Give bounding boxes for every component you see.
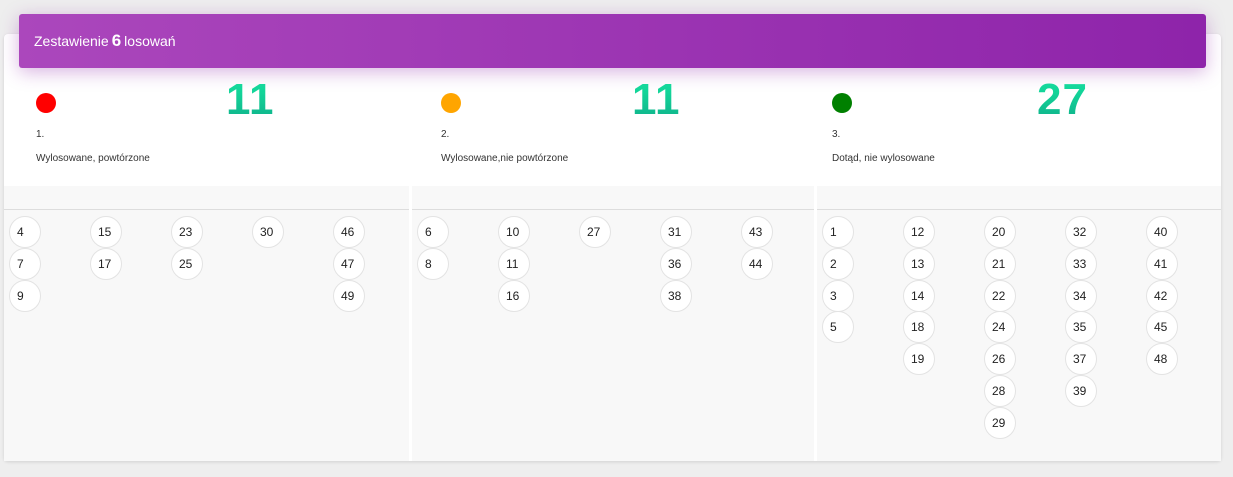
number-ball-23: 23 xyxy=(171,216,203,248)
number-ball-5: 5 xyxy=(822,311,854,344)
number-ball-30: 30 xyxy=(252,216,284,248)
number-ball-49: 49 xyxy=(333,279,365,312)
column-header xyxy=(412,186,814,210)
number-ball-6: 6 xyxy=(417,216,449,248)
header-draw-count: 6 xyxy=(111,31,122,50)
stat-description: Wylosowane,nie powtórzone xyxy=(441,153,569,164)
number-ball-14: 14 xyxy=(903,279,935,312)
stat-drawn-not-repeated: 11 2. Wylosowane,nie powtórzone xyxy=(441,78,771,178)
number-ball-47: 47 xyxy=(333,247,365,280)
number-ball-8: 8 xyxy=(417,247,449,280)
number-ball-46: 46 xyxy=(333,216,365,248)
number-ball-2: 2 xyxy=(822,247,854,280)
stat-count: 11 xyxy=(632,75,681,124)
number-ball-40: 40 xyxy=(1146,216,1178,248)
number-ball-29: 29 xyxy=(984,406,1016,439)
column-drawn-repeated: 4 7 9 15 17 23 25 30 46 47 49 xyxy=(4,186,409,461)
number-ball-36: 36 xyxy=(660,247,692,280)
column-not-drawn: 1 2 3 5 12 13 14 18 19 20 21 22 24 26 28 29 32 33 34 35 37 39… xyxy=(817,186,1221,461)
number-ball-12: 12 xyxy=(903,216,935,248)
number-ball-34: 34 xyxy=(1065,279,1097,312)
number-grid: 4 7 9 15 17 23 25 30 46 47 49 xyxy=(4,210,409,460)
status-dot-green xyxy=(832,93,852,113)
number-ball-38: 38 xyxy=(660,279,692,312)
number-ball-43: 43 xyxy=(741,216,773,248)
number-ball-45: 45 xyxy=(1146,311,1178,344)
number-ball-13: 13 xyxy=(903,247,935,280)
header-title-suffix: losowań xyxy=(124,33,176,49)
number-ball-10: 10 xyxy=(498,216,530,248)
number-ball-18: 18 xyxy=(903,311,935,344)
number-grid: 1 2 3 5 12 13 14 18 19 20 21 22 24 26 28 29 32 33 34 35 37 39… xyxy=(817,210,1221,460)
stat-count: 27 xyxy=(1037,75,1088,124)
number-ball-35: 35 xyxy=(1065,311,1097,344)
summary-header: Zestawienie 6 losowań xyxy=(19,14,1206,68)
number-ball-27: 27 xyxy=(579,216,611,248)
number-ball-19: 19 xyxy=(903,343,935,376)
column-header xyxy=(4,186,409,210)
header-title-prefix: Zestawienie xyxy=(34,33,109,49)
number-ball-7: 7 xyxy=(9,247,41,280)
number-ball-33: 33 xyxy=(1065,247,1097,280)
stat-description: Wylosowane, powtórzone xyxy=(36,153,150,164)
number-ball-42: 42 xyxy=(1146,279,1178,312)
number-ball-11: 11 xyxy=(498,247,530,280)
number-ball-17: 17 xyxy=(90,247,122,280)
number-ball-44: 44 xyxy=(741,247,773,280)
status-dot-orange xyxy=(441,93,461,113)
number-ball-24: 24 xyxy=(984,311,1016,344)
status-dot-red xyxy=(36,93,56,113)
number-ball-15: 15 xyxy=(90,216,122,248)
number-ball-48: 48 xyxy=(1146,343,1178,376)
column-drawn-not-repeated: 6 8 10 11 16 27 31 36 38 43 44 xyxy=(412,186,814,461)
stat-index: 1. xyxy=(36,129,45,140)
number-ball-16: 16 xyxy=(498,279,530,312)
number-ball-9: 9 xyxy=(9,279,41,312)
number-ball-21: 21 xyxy=(984,247,1016,280)
number-ball-41: 41 xyxy=(1146,247,1178,280)
stat-index: 2. xyxy=(441,129,450,140)
stat-not-drawn: 27 3. Dotąd, nie wylosowane xyxy=(832,78,1162,178)
number-ball-37: 37 xyxy=(1065,343,1097,376)
number-ball-22: 22 xyxy=(984,279,1016,312)
number-ball-25: 25 xyxy=(171,247,203,280)
number-ball-28: 28 xyxy=(984,375,1016,407)
number-grid: 6 8 10 11 16 27 31 36 38 43 44 xyxy=(412,210,814,460)
number-ball-3: 3 xyxy=(822,279,854,312)
stat-description: Dotąd, nie wylosowane xyxy=(832,153,935,164)
number-ball-4: 4 xyxy=(9,216,41,248)
number-ball-1: 1 xyxy=(822,216,854,248)
number-ball-26: 26 xyxy=(984,343,1016,376)
number-ball-31: 31 xyxy=(660,216,692,248)
stat-index: 3. xyxy=(832,129,841,140)
number-ball-39: 39 xyxy=(1065,375,1097,407)
number-ball-32: 32 xyxy=(1065,216,1097,248)
column-header xyxy=(817,186,1221,210)
stat-drawn-repeated: 11 1. Wylosowane, powtórzone xyxy=(36,78,366,178)
number-ball-20: 20 xyxy=(984,216,1016,248)
stat-count: 11 xyxy=(226,75,275,124)
